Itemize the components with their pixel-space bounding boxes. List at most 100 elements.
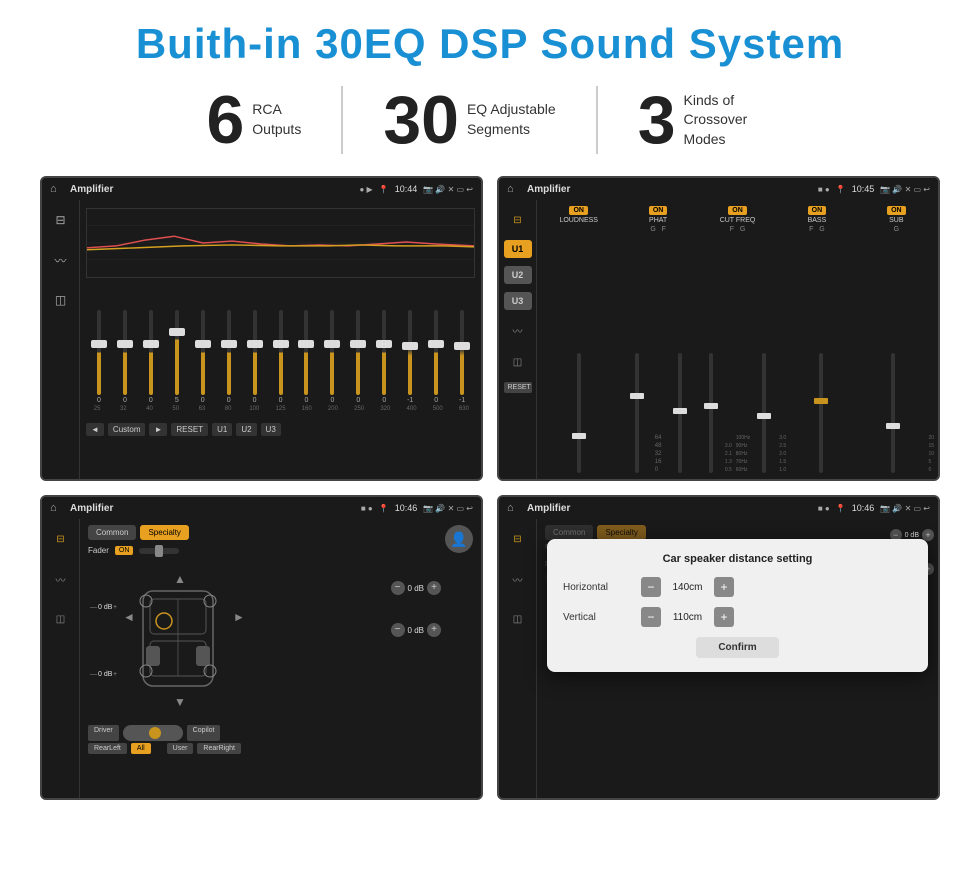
- db2-plus[interactable]: +: [427, 623, 441, 637]
- eq-slider-0[interactable]: 0: [88, 310, 110, 404]
- horizontal-plus-btn[interactable]: +: [714, 577, 734, 597]
- rearright-btn[interactable]: RearRight: [197, 743, 241, 754]
- db1-minus[interactable]: −: [391, 581, 405, 595]
- eq-slider-14[interactable]: -1: [451, 310, 473, 404]
- fader-main-area: Common Specialty Fader ON: [80, 519, 481, 798]
- eq-slider-11[interactable]: 0: [373, 310, 395, 404]
- channel-phat: ON PHAT G F 644832160: [620, 206, 695, 473]
- eq-reset-btn[interactable]: RESET: [171, 423, 208, 436]
- person-icon: 👤: [445, 525, 473, 553]
- fader-pin-icon: 📍: [379, 504, 389, 513]
- fader-screen: ⌂ Amplifier ■ ● 📍 10:46 📷 🔊 ✕ ▭ ↩ ⊟ 〰 ◫: [40, 495, 483, 800]
- u2-btn[interactable]: U2: [504, 266, 532, 284]
- eq-app-name: Amplifier: [70, 184, 354, 195]
- vertical-value: 110cm: [665, 612, 710, 623]
- dialog-panel-icon2[interactable]: 〰: [506, 567, 530, 591]
- vertical-plus-btn[interactable]: +: [714, 607, 734, 627]
- dialog-tab-specialty[interactable]: Specialty: [597, 525, 645, 540]
- all-btn[interactable]: All: [131, 743, 151, 754]
- eq-slider-9[interactable]: 0: [321, 310, 343, 404]
- loudness-on[interactable]: ON: [569, 206, 588, 215]
- page-wrapper: Buith-in 30EQ DSP Sound System 6 RCAOutp…: [0, 0, 980, 820]
- fader-panel-icon3[interactable]: ◫: [49, 607, 73, 631]
- eq-slider-13[interactable]: 0: [425, 310, 447, 404]
- user-btn[interactable]: User: [167, 743, 194, 754]
- vertical-label: Vertical: [563, 612, 633, 623]
- eq-u3-btn[interactable]: U3: [261, 423, 281, 436]
- svg-text:+: +: [113, 671, 117, 678]
- eq-slider-2[interactable]: 0: [140, 310, 162, 404]
- eq-slider-7[interactable]: 0: [270, 310, 292, 404]
- eq-slider-1[interactable]: 0: [114, 310, 136, 404]
- eq-slider-5[interactable]: 0: [218, 310, 240, 404]
- db1-value: 0 dB: [408, 584, 424, 593]
- eq-slider-3[interactable]: 5: [166, 310, 188, 404]
- crossover-panel-icon2[interactable]: 〰: [506, 318, 530, 342]
- eq-play-btn[interactable]: ►: [149, 423, 167, 436]
- u1-btn[interactable]: U1: [504, 240, 532, 258]
- phat-on[interactable]: ON: [649, 206, 668, 215]
- eq-slider-6[interactable]: 0: [244, 310, 266, 404]
- stat-crossover: 3 Kinds ofCrossover Modes: [598, 86, 814, 154]
- eq-status-bar: ⌂ Amplifier ● ▶ 📍 10:44 📷 🔊 ✕ ▭ ↩: [42, 178, 481, 200]
- fader-tab-common[interactable]: Common: [88, 525, 136, 540]
- eq-slider-8[interactable]: 0: [296, 310, 318, 404]
- eq-panel-icon3[interactable]: ◫: [49, 288, 73, 312]
- home-icon[interactable]: ⌂: [50, 182, 64, 196]
- bass-on[interactable]: ON: [808, 206, 827, 215]
- dialog-app-name: Amplifier: [527, 503, 812, 514]
- fader-slider[interactable]: [139, 548, 179, 554]
- crossover-left-panel: ⊟ U1 U2 U3 〰 ◫ RESET: [499, 200, 537, 479]
- confirm-button[interactable]: Confirm: [696, 637, 778, 658]
- fader-on-badge[interactable]: ON: [115, 546, 134, 555]
- crossover-panel-icon1[interactable]: ⊟: [506, 208, 530, 232]
- dialog-panel-icon1[interactable]: ⊟: [506, 527, 530, 551]
- vertical-stepper: − 110cm +: [641, 607, 734, 627]
- dialog-home-icon[interactable]: ⌂: [507, 501, 521, 515]
- eq-panel-icon1[interactable]: ⊟: [49, 208, 73, 232]
- channel-cutfreq: ON CUT FREQ F G 3.02.11.30.5 100Hz90Hz80…: [700, 206, 775, 473]
- fader-tab-specialty[interactable]: Specialty: [140, 525, 188, 540]
- stat-rca-label: RCAOutputs: [252, 100, 301, 139]
- cutfreq-on[interactable]: ON: [728, 206, 747, 215]
- horizontal-minus-btn[interactable]: −: [641, 577, 661, 597]
- stats-row: 6 RCAOutputs 30 EQ AdjustableSegments 3 …: [30, 86, 950, 154]
- car-diagram-svg: ◄ ► ▲ ▼: [88, 561, 268, 716]
- crossover-home-icon[interactable]: ⌂: [507, 182, 521, 196]
- main-title: Buith-in 30EQ DSP Sound System: [30, 20, 950, 68]
- fader-panel-icon2[interactable]: 〰: [49, 567, 73, 591]
- dialog-panel-icon3[interactable]: ◫: [506, 607, 530, 631]
- eq-slider-10[interactable]: 0: [347, 310, 369, 404]
- horizontal-stepper: − 140cm +: [641, 577, 734, 597]
- eq-slider-4[interactable]: 0: [192, 310, 214, 404]
- dialog-tab-common[interactable]: Common: [545, 525, 593, 540]
- eq-slider-12[interactable]: -1: [399, 310, 421, 404]
- fader-bottom-row: Driver Copilot: [88, 725, 441, 741]
- dialog-db1-val: 0 dB: [905, 532, 919, 539]
- crossover-panel-icon3[interactable]: ◫: [506, 350, 530, 374]
- eq-u2-btn[interactable]: U2: [236, 423, 256, 436]
- driver-btn[interactable]: Driver: [88, 725, 119, 741]
- eq-bottom-bar: ◄ Custom ► RESET U1 U2 U3: [86, 418, 475, 440]
- channel-bass: ON BASS F G 3.02.52.01.51.0: [779, 206, 854, 473]
- fader-panel-icon1[interactable]: ⊟: [49, 527, 73, 551]
- eq-prev-btn[interactable]: ◄: [86, 423, 104, 436]
- crossover-icons: 📷 🔊 ✕ ▭ ↩: [880, 185, 930, 194]
- u3-btn[interactable]: U3: [504, 292, 532, 310]
- confirm-row: Confirm: [563, 637, 912, 658]
- stat-eq-number: 30: [383, 86, 459, 154]
- sub-on[interactable]: ON: [887, 206, 906, 215]
- rearleft-btn[interactable]: RearLeft: [88, 743, 127, 754]
- db-row-2: − 0 dB +: [391, 623, 441, 637]
- db2-minus[interactable]: −: [391, 623, 405, 637]
- fader-home-icon[interactable]: ⌂: [50, 501, 64, 515]
- speaker-distance-dialog: Car speaker distance setting Horizontal …: [547, 539, 928, 672]
- svg-text:►: ►: [233, 610, 245, 624]
- eq-panel-icon2[interactable]: 〰: [49, 248, 73, 272]
- eq-u1-btn[interactable]: U1: [212, 423, 232, 436]
- vertical-minus-btn[interactable]: −: [641, 607, 661, 627]
- crossover-reset-btn[interactable]: RESET: [504, 382, 532, 393]
- eq-content: ⊟ 〰 ◫: [42, 200, 481, 479]
- db1-plus[interactable]: +: [427, 581, 441, 595]
- copilot-btn[interactable]: Copilot: [187, 725, 221, 741]
